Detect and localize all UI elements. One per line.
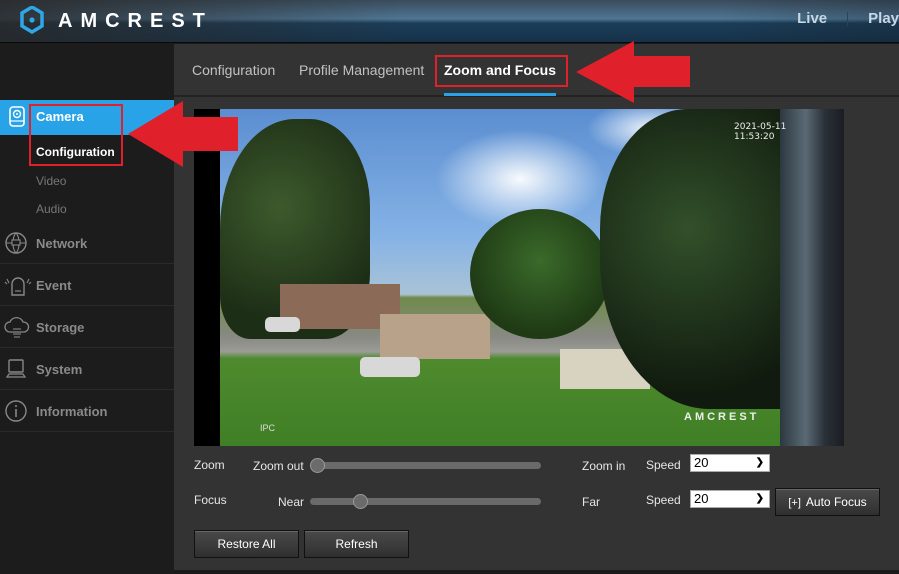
video-preview[interactable]: 2021-05-11 11:53:20 IPC AMCREST	[194, 109, 844, 446]
feed-house	[380, 314, 490, 359]
focus-label: Focus	[194, 493, 227, 507]
refresh-button[interactable]: Refresh	[304, 530, 409, 558]
nav-divider	[847, 11, 849, 26]
zoom-label: Zoom	[194, 458, 225, 472]
focus-speed-label: Speed	[646, 493, 681, 507]
camera-icon	[8, 106, 26, 133]
focus-slider-thumb[interactable]	[353, 494, 369, 509]
sidebar-item-label: Event	[36, 278, 72, 293]
sidebar-item-information[interactable]: Information	[0, 390, 174, 432]
auto-focus-button[interactable]: [+] Auto Focus	[775, 488, 880, 516]
main-panel: Configuration Profile Management Zoom an…	[174, 44, 899, 570]
alarm-icon	[4, 273, 32, 302]
nav-playback[interactable]: Play	[868, 10, 899, 27]
sidebar-item-label: Storage	[36, 320, 85, 335]
zoom-out-label: Zoom out	[253, 459, 304, 473]
feed-foreground-object	[780, 109, 844, 446]
sidebar-item-network[interactable]: Network	[0, 222, 174, 264]
sidebar-item-label: Information	[36, 404, 108, 419]
amcrest-logo[interactable]: AMCREST	[20, 6, 213, 34]
top-header: AMCREST Live Play	[0, 0, 899, 43]
camera-feed-image: 2021-05-11 11:53:20 IPC AMCREST	[220, 109, 844, 446]
computer-icon	[4, 357, 28, 386]
top-nav: Live Play	[797, 10, 899, 27]
brand-name: AMCREST	[58, 9, 213, 32]
tab-profile-management[interactable]: Profile Management	[299, 62, 424, 78]
annotation-highlight-zoom-focus-tab	[435, 55, 568, 87]
feed-tree	[470, 209, 610, 339]
cloud-storage-icon	[4, 315, 30, 344]
sidebar-item-label: System	[36, 362, 83, 377]
focus-speed-value: 20	[694, 491, 709, 506]
sidebar-item-system[interactable]: System	[0, 348, 174, 390]
info-icon	[4, 399, 28, 428]
zoom-in-label: Zoom in	[582, 459, 626, 473]
chevron-down-icon: ❯	[755, 457, 764, 468]
annotation-arrow-icon	[576, 41, 690, 103]
zoom-slider[interactable]	[310, 458, 541, 473]
tab-configuration[interactable]: Configuration	[192, 62, 275, 78]
far-label: Far	[582, 495, 600, 509]
app-root: AMCREST Live Play Camera Configuration V…	[0, 0, 899, 574]
video-timestamp: 2021-05-11 11:53:20	[734, 122, 787, 142]
feed-car	[265, 317, 300, 332]
network-globe-icon	[4, 231, 28, 260]
restore-all-button[interactable]: Restore All	[194, 530, 299, 558]
annotation-highlight-camera-configuration	[29, 104, 123, 166]
sidebar-subitem-video[interactable]: Video	[36, 174, 66, 188]
feed-car	[360, 357, 420, 377]
zoom-speed-value: 20	[694, 455, 709, 470]
sidebar-item-event[interactable]: Event	[0, 264, 174, 306]
focus-speed-select[interactable]: 20 ❯	[690, 490, 770, 508]
focus-slider[interactable]	[310, 494, 541, 509]
zoom-speed-select[interactable]: 20 ❯	[690, 454, 770, 472]
sidebar-item-label: Network	[36, 236, 88, 251]
auto-focus-label: Auto Focus	[805, 495, 867, 509]
amcrest-logo-icon	[20, 6, 44, 34]
zoom-speed-label: Speed	[646, 458, 681, 472]
annotation-arrow-icon	[128, 101, 238, 167]
chevron-down-icon: ❯	[755, 493, 764, 504]
near-label: Near	[278, 495, 305, 509]
sidebar-item-storage[interactable]: Storage	[0, 306, 174, 348]
auto-focus-icon: [+]	[788, 497, 801, 509]
video-channel-label: IPC	[260, 423, 276, 433]
nav-live[interactable]: Live	[797, 10, 827, 27]
sidebar-subitem-audio[interactable]: Audio	[36, 202, 67, 216]
active-tab-indicator	[444, 93, 556, 96]
video-watermark: AMCREST	[684, 411, 760, 423]
zoom-slider-thumb[interactable]	[310, 458, 325, 473]
